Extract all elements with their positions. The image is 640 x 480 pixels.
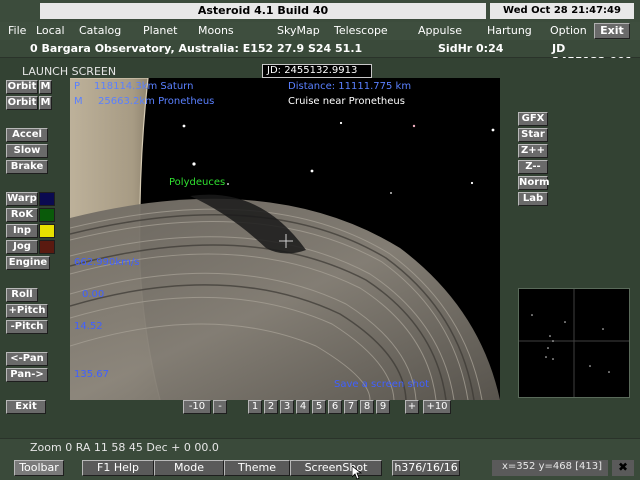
plus-button[interactable]: + <box>405 400 419 414</box>
jd-display: JD: 2455132.9913 <box>262 64 372 78</box>
digit-5-button[interactable]: 5 <box>312 400 326 414</box>
inp-button[interactable]: Inp <box>6 224 38 238</box>
speed-readout: 662.990km/s <box>74 257 140 268</box>
menu-telescope[interactable]: Telescope <box>334 24 388 38</box>
m-button-1[interactable]: M <box>39 80 52 94</box>
mode-button[interactable]: Mode <box>154 460 224 476</box>
screen-title: LAUNCH SCREEN <box>22 65 117 78</box>
roll-readout: 0.00 <box>82 289 105 300</box>
digit-1-button[interactable]: 1 <box>248 400 262 414</box>
polydeuces-label: Polydeuces <box>169 177 226 188</box>
digit-8-button[interactable]: 8 <box>360 400 374 414</box>
f1-help-button[interactable]: F1 Help <box>82 460 154 476</box>
engine-button[interactable]: Engine <box>6 256 50 270</box>
planet-distance: 118114.3km Saturn <box>94 81 194 92</box>
moon-label: M <box>74 96 83 107</box>
digit-4-button[interactable]: 4 <box>296 400 310 414</box>
exit-button[interactable]: Exit <box>6 400 46 414</box>
minus-button[interactable]: - <box>213 400 227 414</box>
warp-button[interactable]: Warp <box>6 192 38 206</box>
orbit-button-2[interactable]: Orbit <box>6 96 38 110</box>
status-readout: Zoom 0 RA 11 58 45 Dec + 0 00.0 <box>30 441 219 454</box>
gfx-button[interactable]: GFX <box>518 112 548 126</box>
digit-9-button[interactable]: 9 <box>376 400 390 414</box>
menu-bar: File Local Catalog Planet Moons SkyMap T… <box>0 22 640 40</box>
digit-7-button[interactable]: 7 <box>344 400 358 414</box>
pitch-minus-button[interactable]: -Pitch <box>6 320 48 334</box>
pan-readout: 135.67 <box>74 369 109 380</box>
theme-button[interactable]: Theme <box>224 460 290 476</box>
lab-button[interactable]: Lab <box>518 192 548 206</box>
planet-label: P <box>74 81 81 92</box>
rok-button[interactable]: RoK <box>6 208 38 222</box>
norm-button[interactable]: Norm <box>518 176 550 190</box>
inp-color-swatch <box>39 224 55 238</box>
mouse-cursor-icon <box>352 466 362 480</box>
minus-ten-button[interactable]: -10 <box>183 400 211 414</box>
jog-color-swatch <box>39 240 55 254</box>
minimap-scene <box>519 289 629 397</box>
digit-3-button[interactable]: 3 <box>280 400 294 414</box>
jog-button[interactable]: Jog <box>6 240 38 254</box>
counter-display: h376/16/16 <box>392 460 460 476</box>
saturn-ring-scene <box>70 78 500 400</box>
menu-catalog[interactable]: Catalog <box>79 24 121 38</box>
zoom-in-button[interactable]: Z++ <box>518 144 548 158</box>
star-button[interactable]: Star <box>518 128 548 142</box>
sidereal-hour: SidHr 0:24 <box>438 42 504 55</box>
star-minimap[interactable] <box>518 288 630 398</box>
pan-left-button[interactable]: <-Pan <box>6 352 48 366</box>
digit-2-button[interactable]: 2 <box>264 400 278 414</box>
menu-appulse[interactable]: Appulse <box>418 24 462 38</box>
save-screenshot-hint: Save a screen shot <box>334 379 430 390</box>
observatory-location: 0 Bargara Observatory, Australia: E152 2… <box>30 42 363 55</box>
cursor-coordinates: x=352 y=468 [413] <box>492 460 608 476</box>
screenshot-button[interactable]: ScreenShot <box>290 460 382 476</box>
space-viewport[interactable]: P 118114.3km Saturn M 25663.2km Pronethe… <box>70 78 500 400</box>
clock: Wed Oct 28 21:47:49 2009 <box>490 3 634 32</box>
brake-button[interactable]: Brake <box>6 160 48 174</box>
toolbar-button[interactable]: Toolbar <box>14 460 64 476</box>
target-distance: Distance: 11111.775 km <box>288 81 412 92</box>
moon-distance: 25663.2km Pronetheus <box>98 96 215 107</box>
roll-button[interactable]: Roll <box>6 288 38 302</box>
menu-option[interactable]: Option <box>550 24 587 38</box>
pan-right-button[interactable]: Pan-> <box>6 368 48 382</box>
cruise-status: Cruise near Pronetheus <box>288 96 405 107</box>
menu-hartung[interactable]: Hartung <box>487 24 532 38</box>
warp-color-swatch <box>39 192 55 206</box>
orbit-button-1[interactable]: Orbit <box>6 80 38 94</box>
window-title: Asteroid 4.1 Build 40 <box>40 3 486 19</box>
close-icon[interactable]: ✖ <box>612 460 634 476</box>
menu-file[interactable]: File <box>8 24 26 38</box>
m-button-2[interactable]: M <box>39 96 52 110</box>
plus-ten-button[interactable]: +10 <box>423 400 451 414</box>
digit-6-button[interactable]: 6 <box>328 400 342 414</box>
zoom-out-button[interactable]: Z-- <box>518 160 548 174</box>
exit-menu-button[interactable]: Exit <box>594 23 630 39</box>
pitch-readout: 14.52 <box>74 321 103 332</box>
menu-local[interactable]: Local <box>36 24 65 38</box>
pitch-plus-button[interactable]: +Pitch <box>6 304 48 318</box>
accel-button[interactable]: Accel <box>6 128 48 142</box>
slow-button[interactable]: Slow <box>6 144 48 158</box>
menu-skymap[interactable]: SkyMap <box>277 24 320 38</box>
menu-moons[interactable]: Moons <box>198 24 234 38</box>
menu-planet[interactable]: Planet <box>143 24 177 38</box>
location-bar: 0 Bargara Observatory, Australia: E152 2… <box>0 40 640 68</box>
rok-color-swatch <box>39 208 55 222</box>
